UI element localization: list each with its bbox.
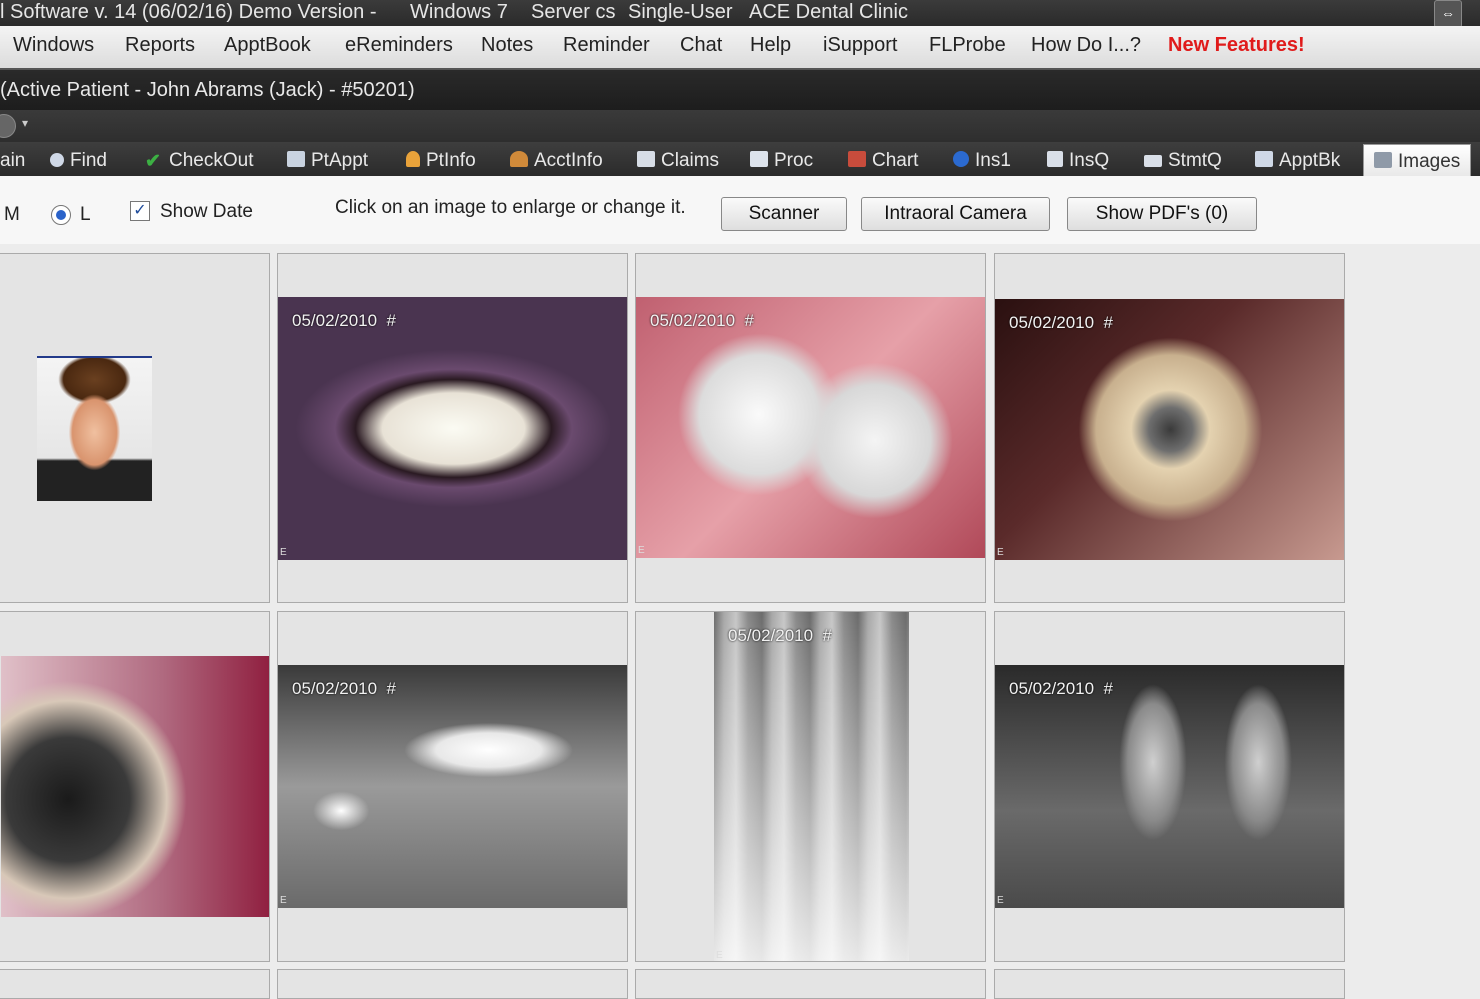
image-cell[interactable] bbox=[994, 969, 1345, 999]
menu-notes[interactable]: Notes bbox=[481, 34, 533, 57]
menu-chat[interactable]: Chat bbox=[680, 34, 722, 57]
menu-isupport[interactable]: iSupport bbox=[823, 34, 898, 57]
form-icon bbox=[637, 151, 655, 167]
tab-ins1[interactable]: Ins1 bbox=[953, 142, 1011, 176]
image-cell[interactable]: 05/02/2010 # E bbox=[277, 611, 628, 962]
menu-bar: Windows Reports ApptBook eReminders Note… bbox=[0, 26, 1480, 70]
chart-icon bbox=[848, 151, 866, 167]
image-cell[interactable]: 05/02/2010 # E bbox=[635, 253, 986, 603]
menu-help[interactable]: Help bbox=[750, 34, 791, 57]
instruction-text: Click on an image to enlarge or change i… bbox=[335, 197, 686, 218]
tab-main[interactable]: ain bbox=[0, 142, 25, 176]
people-icon bbox=[510, 151, 528, 167]
tab-insq[interactable]: InsQ bbox=[1047, 142, 1109, 176]
menu-flprobe[interactable]: FLProbe bbox=[929, 34, 1006, 57]
menu-how-do-i[interactable]: How Do I...? bbox=[1031, 34, 1141, 57]
person-icon bbox=[406, 151, 420, 167]
appointment-icon bbox=[287, 151, 305, 167]
show-pdfs-button[interactable]: Show PDF's (0) bbox=[1067, 197, 1257, 231]
show-date-label[interactable]: Show Date bbox=[160, 201, 253, 223]
active-patient-label: (Active Patient - John Abrams (Jack) - #… bbox=[0, 79, 415, 101]
pencil-icon bbox=[750, 151, 768, 167]
show-date-checkbox[interactable]: ✓ bbox=[130, 201, 150, 221]
menu-reminder[interactable]: Reminder bbox=[563, 34, 650, 57]
magnifier-icon bbox=[50, 153, 64, 167]
tab-checkout[interactable]: ✔ CheckOut bbox=[145, 142, 253, 176]
checkmark-icon: ✔ bbox=[145, 151, 161, 172]
tab-apptbk[interactable]: ApptBk bbox=[1255, 142, 1340, 176]
image-cell[interactable]: 05/02/2010 # E bbox=[994, 253, 1345, 603]
tab-ptappt[interactable]: PtAppt bbox=[287, 142, 368, 176]
menu-ereminders[interactable]: eReminders bbox=[345, 34, 453, 57]
image-date-label: 05/02/2010 # bbox=[1009, 679, 1114, 698]
menu-windows[interactable]: Windows bbox=[13, 34, 94, 57]
module-tab-bar: ain Find ✔ CheckOut PtAppt PtInfo AcctInf… bbox=[0, 142, 1480, 177]
image-cell[interactable]: 05/02/2010 # E bbox=[277, 253, 628, 603]
title-bar: l Software v. 14 (06/02/16) Demo Version… bbox=[0, 0, 1480, 28]
window-restore-icon[interactable]: ⇔ bbox=[1434, 0, 1462, 28]
image-cell[interactable]: 05/02/2010 # E bbox=[994, 611, 1345, 962]
tab-find[interactable]: Find bbox=[50, 142, 107, 176]
title-user-mode: Single-User bbox=[628, 1, 733, 23]
xray-periapical[interactable]: 05/02/2010 # E bbox=[714, 612, 909, 961]
menu-apptbook[interactable]: ApptBook bbox=[224, 34, 311, 57]
title-server: Server cs bbox=[531, 1, 616, 23]
intraoral-photo-molars[interactable]: 05/02/2010 # E bbox=[636, 297, 985, 558]
tab-chart[interactable]: Chart bbox=[848, 142, 918, 176]
orb-button[interactable] bbox=[0, 114, 16, 138]
title-os: Windows 7 bbox=[410, 1, 508, 23]
image-date-label: 05/02/2010 # bbox=[292, 679, 397, 698]
title-clinic: ACE Dental Clinic bbox=[749, 1, 908, 23]
image-cell[interactable] bbox=[635, 969, 986, 999]
tab-stmtq[interactable]: StmtQ bbox=[1144, 142, 1222, 176]
xray-molar[interactable]: 05/02/2010 # E bbox=[995, 665, 1344, 908]
scanner-button[interactable]: Scanner bbox=[721, 197, 847, 231]
image-date-label: 05/02/2010 # bbox=[728, 626, 833, 645]
size-l-radio[interactable] bbox=[51, 205, 71, 225]
image-date-label: 05/02/2010 # bbox=[292, 311, 397, 330]
image-cell[interactable] bbox=[277, 969, 628, 999]
image-date-label: 05/02/2010 # bbox=[650, 311, 755, 330]
quick-access-bar: ▾ bbox=[0, 110, 1480, 142]
menu-new-features[interactable]: New Features! bbox=[1168, 34, 1305, 57]
info-icon bbox=[953, 151, 969, 167]
list-icon bbox=[1047, 151, 1063, 167]
intraoral-photo-occlusal[interactable] bbox=[1, 656, 269, 917]
calendar-icon bbox=[1255, 151, 1273, 167]
image-cell[interactable] bbox=[0, 969, 270, 999]
intraoral-photo-filling[interactable]: 05/02/2010 # E bbox=[995, 299, 1344, 560]
image-cell[interactable]: 05/02/2010 # E bbox=[635, 611, 986, 962]
dropdown-arrow-icon[interactable]: ▾ bbox=[22, 116, 28, 130]
tab-proc[interactable]: Proc bbox=[750, 142, 813, 176]
statement-icon bbox=[1144, 155, 1162, 167]
tab-acctinfo[interactable]: AcctInfo bbox=[510, 142, 603, 176]
size-m-label[interactable]: M bbox=[4, 204, 20, 226]
images-toolbar: M L ✓ Show Date Click on an image to enl… bbox=[0, 176, 1480, 245]
image-cell[interactable] bbox=[0, 253, 270, 603]
tab-images[interactable]: Images bbox=[1363, 144, 1472, 177]
tab-ptinfo[interactable]: PtInfo bbox=[406, 142, 476, 176]
patient-portrait[interactable] bbox=[37, 356, 152, 501]
camera-icon bbox=[1374, 152, 1392, 168]
size-l-label[interactable]: L bbox=[80, 204, 91, 226]
xray-bitewing[interactable]: 05/02/2010 # E bbox=[278, 665, 627, 908]
intraoral-camera-button[interactable]: Intraoral Camera bbox=[861, 197, 1050, 231]
title-app: l Software v. 14 (06/02/16) Demo Version… bbox=[0, 1, 377, 23]
image-date-label: 05/02/2010 # bbox=[1009, 313, 1114, 332]
menu-reports[interactable]: Reports bbox=[125, 34, 195, 57]
tab-claims[interactable]: Claims bbox=[637, 142, 719, 176]
intraoral-photo-smile[interactable]: 05/02/2010 # E bbox=[278, 297, 627, 560]
image-cell[interactable] bbox=[0, 611, 270, 962]
image-grid: 05/02/2010 # E 05/02/2010 # E 05/02/2010… bbox=[0, 244, 1480, 999]
active-patient-bar: (Active Patient - John Abrams (Jack) - #… bbox=[0, 70, 1480, 110]
